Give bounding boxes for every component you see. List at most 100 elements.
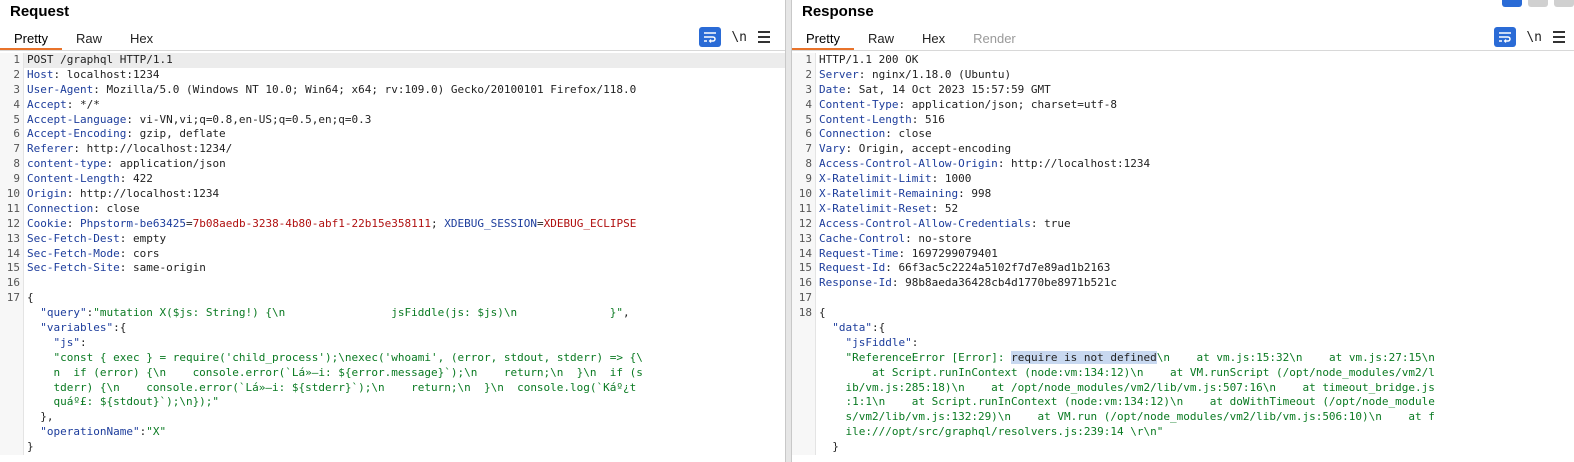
code-token: Sec-Fetch-Mode [27,246,120,260]
code-token: : same-origin [119,261,206,275]
code-token: Connection [819,127,886,141]
show-newlines-button[interactable]: \n [1526,27,1542,47]
request-tab-raw[interactable]: Raw [62,27,116,50]
line-number: 17 [0,291,23,307]
request-line: n if (error) {\n console.error(`Lá»—i: $… [0,365,785,381]
line-number [792,321,815,336]
line-number [0,395,23,411]
line-number: 8 [0,157,23,173]
code-text: X-Ratelimit-Limit: 1000 [815,172,1574,188]
line-number [0,380,23,396]
request-line: 3 User-Agent: Mozilla/5.0 (Windows NT 10.… [0,82,785,98]
layout-tabs-icon[interactable] [1554,0,1574,7]
code-text: Request-Id: 66f3ac5c2224a5102f7d7e89ad1b… [815,261,1574,277]
response-line: "jsFiddle": [792,335,1574,351]
code-token: : localhost:1234 [53,67,160,81]
line-number [0,335,23,351]
menu-icon[interactable] [1552,31,1566,43]
code-text: "const { exec } = require('child_process… [23,350,785,366]
code-text: Accept-Language: vi-VN,vi;q=0.8,en-US;q=… [23,112,785,128]
line-number [792,335,815,351]
code-text: Vary: Origin, accept-encoding [815,142,1574,158]
request-line: "operationName":"X" [0,425,785,441]
line-number: 2 [0,67,23,83]
request-line: "js": [0,335,785,351]
response-line: :1:1\n at Script.runInContext (node:vm:1… [792,395,1574,411]
code-text: POST /graphql HTTP/1.1 [23,53,785,68]
code-text: { [23,291,785,307]
line-number: 7 [792,142,815,158]
wrap-lines-icon[interactable] [1494,27,1517,47]
code-text: Content-Length: 422 [23,172,785,188]
code-token: : 422 [119,172,153,186]
code-text: Cookie: Phpstorm-be63425=7b08aedb-3238-4… [23,216,785,232]
layout-side-by-side-icon[interactable] [1502,0,1522,7]
response-editor[interactable]: 1 HTTP/1.1 200 OK 2 Server: nginx/1.18.0 (U… [792,53,1574,462]
request-toolbar: \n [689,27,771,47]
code-token: Vary [819,142,846,156]
code-text: Connection: close [815,127,1574,143]
code-token: : Origin, accept-encoding [845,142,1012,156]
code-token: : cors [119,246,160,260]
code-text: Sec-Fetch-Mode: cors [23,246,785,262]
code-token: "X" [146,425,167,439]
code-token: : close [93,201,140,215]
menu-icon[interactable] [757,31,771,43]
code-token: : 98b8aeda36428cb4d1770be8971b521c [891,276,1118,290]
code-token: POST /graphql HTTP/1.1 [27,53,173,66]
request-tab-hex[interactable]: Hex [116,27,167,50]
code-token: : vi-VN,vi;q=0.8,en-US;q=0.5,en;q=0.3 [126,112,372,126]
response-line: "data":{ [792,321,1574,336]
code-text: "ReferenceError [Error]: require is not … [815,350,1574,366]
code-text: Sec-Fetch-Site: same-origin [23,261,785,277]
show-newlines-button[interactable]: \n [731,27,747,47]
response-tab-render[interactable]: Render [959,27,1030,50]
response-line: s/vm2/lib/vm.js:132:29)\n at VM.run (/op… [792,410,1574,426]
layout-horizontal-icon[interactable] [1528,0,1548,7]
code-token: "js" [53,335,81,349]
response-line: ile:///opt/src/graphql/resolvers.js:239:… [792,425,1574,441]
line-number: 15 [792,261,815,277]
response-line: 15 Request-Id: 66f3ac5c2224a5102f7d7e89ad… [792,261,1574,277]
request-line: 7 Referer: http://localhost:1234/ [0,142,785,158]
wrap-lines-icon[interactable] [699,27,722,47]
code-text: Connection: close [23,201,785,217]
code-token: Content-Type [819,97,899,111]
selected-text: require is not defined [1011,350,1157,364]
code-token: : no-store [905,231,972,245]
response-tab-raw[interactable]: Raw [854,27,908,50]
request-line: 11 Connection: close [0,201,785,217]
request-tab-pretty[interactable]: Pretty [0,27,62,50]
response-tab-pretty[interactable]: Pretty [792,27,854,50]
response-tab-hex[interactable]: Hex [908,27,959,50]
response-pane: Response Pretty Raw Hex Render \n 1 HTTP/… [791,0,1574,462]
code-token: XDEBUG_SESSION [444,216,537,230]
code-text: X-Ratelimit-Remaining: 998 [815,187,1574,202]
code-text: "js": [23,335,785,351]
code-token: HTTP/1.1 200 OK [819,53,919,66]
response-line: at Script.runInContext (node:vm:134:12)\… [792,365,1574,381]
code-token: X-Ratelimit-Limit [819,172,932,186]
code-token: Accept-Language [27,112,127,126]
response-line: 8 Access-Control-Allow-Origin: http://loc… [792,157,1574,173]
code-token: : 1697299079401 [898,246,998,260]
code-token: X-Ratelimit-Reset [819,201,932,215]
code-token: : 66f3ac5c2224a5102f7d7e89ad1b2163 [885,261,1111,275]
code-text: X-Ratelimit-Reset: 52 [815,201,1574,217]
code-token: : http://localhost:1234 [997,157,1151,171]
request-line: 10 Origin: http://localhost:1234 [0,187,785,202]
code-token: "data" [832,321,872,335]
request-editor[interactable]: 1 POST /graphql HTTP/1.1 2 Host: localhost:… [0,53,785,462]
line-number: 14 [792,246,815,262]
line-number: 17 [792,291,815,307]
response-toolbar: \n [1484,27,1566,47]
request-line: 8 content-type: application/json [0,157,785,173]
request-title: Request [10,3,70,20]
code-token: = [185,216,193,230]
code-token: X-Ratelimit-Remaining [819,187,959,201]
code-text: s/vm2/lib/vm.js:132:29)\n at VM.run (/op… [815,410,1574,426]
response-line: 5 Content-Length: 516 [792,112,1574,128]
